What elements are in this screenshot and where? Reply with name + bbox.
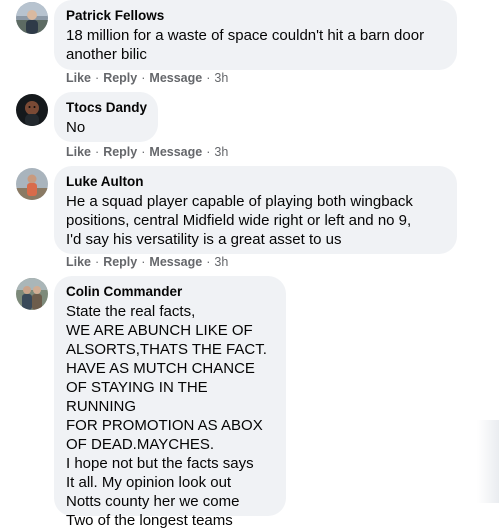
- separator: ·: [95, 145, 100, 159]
- separator: ·: [206, 71, 211, 85]
- separator: ·: [95, 255, 100, 269]
- comment-author[interactable]: Patrick Fellows: [66, 8, 445, 24]
- like-button[interactable]: Like: [66, 71, 91, 85]
- comment-bubble: Luke Aulton He a squad player capable of…: [54, 166, 457, 254]
- separator: ·: [206, 145, 211, 159]
- avatar[interactable]: [16, 168, 48, 200]
- comment-author[interactable]: Luke Aulton: [66, 174, 445, 190]
- like-button[interactable]: Like: [66, 255, 91, 269]
- scroll-edge-shadow: [477, 420, 499, 503]
- avatar[interactable]: [16, 94, 48, 126]
- comment-text: No: [66, 119, 86, 136]
- comment-author[interactable]: Colin Commander: [66, 284, 274, 300]
- reply-button[interactable]: Reply: [103, 71, 137, 85]
- comment-text: He a squad player capable of playing bot…: [66, 193, 413, 248]
- message-button[interactable]: Message: [149, 145, 202, 159]
- separator: ·: [206, 255, 211, 269]
- separator: ·: [141, 145, 146, 159]
- avatar[interactable]: [16, 278, 48, 310]
- comment-bubble: Colin Commander State the real facts, WE…: [54, 276, 286, 529]
- comment-actions: Like · Reply · Message · 3h: [66, 70, 228, 86]
- comment-actions: Like · Reply · Message · 3h: [66, 254, 228, 270]
- comment-bubble: Ttocs Dandy No: [54, 92, 158, 142]
- reply-button[interactable]: Reply: [103, 145, 137, 159]
- timestamp[interactable]: 3h: [214, 255, 228, 269]
- timestamp[interactable]: 3h: [214, 71, 228, 85]
- separator: ·: [141, 71, 146, 85]
- avatar[interactable]: [16, 2, 48, 34]
- comment-text: 18 million for a waste of space couldn't…: [66, 27, 425, 63]
- comment-bubble: Patrick Fellows 18 million for a waste o…: [54, 0, 457, 70]
- comment-text: State the real facts, WE ARE ABUNCH LIKE…: [66, 303, 267, 529]
- separator: ·: [95, 71, 100, 85]
- comment-author[interactable]: Ttocs Dandy: [66, 100, 147, 116]
- message-button[interactable]: Message: [149, 255, 202, 269]
- like-button[interactable]: Like: [66, 145, 91, 159]
- reply-button[interactable]: Reply: [103, 255, 137, 269]
- comment-actions: Like · Reply · Message · 3h: [66, 144, 228, 160]
- message-button[interactable]: Message: [149, 71, 202, 85]
- separator: ·: [141, 255, 146, 269]
- timestamp[interactable]: 3h: [214, 145, 228, 159]
